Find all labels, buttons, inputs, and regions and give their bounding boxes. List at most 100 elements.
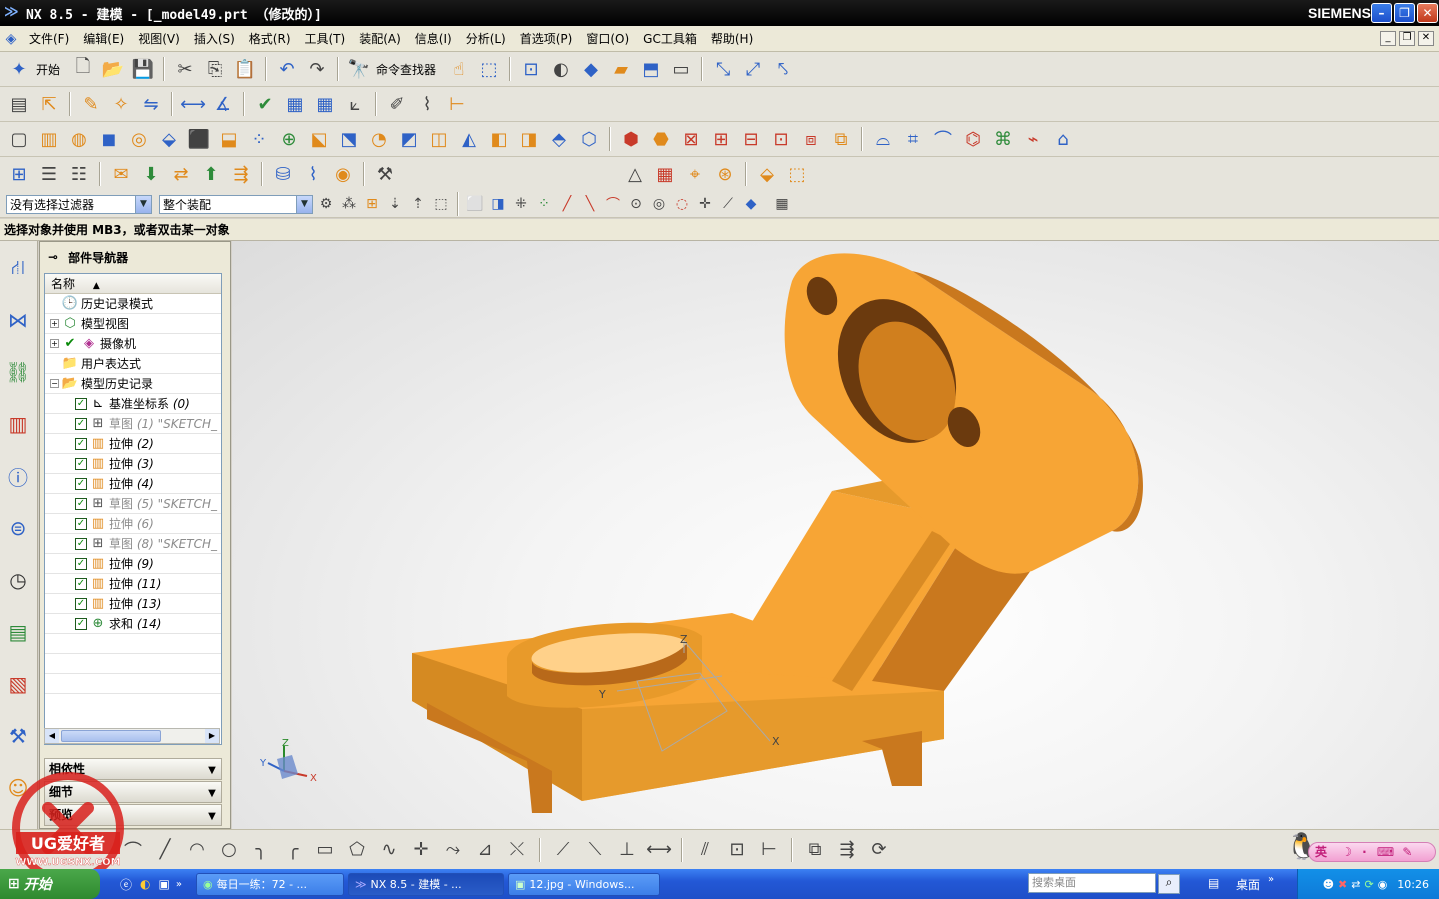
scroll-left-icon[interactable]: ◀: [45, 729, 59, 743]
command-finder-icon[interactable]: 🔭: [346, 56, 372, 82]
surface-sweep-icon[interactable]: ⌒: [930, 126, 956, 152]
menu-help[interactable]: 帮助(H): [704, 30, 760, 47]
expand-icon[interactable]: +: [50, 339, 59, 348]
project-curve-icon[interactable]: ⊿: [472, 837, 498, 863]
layer-stack-icon[interactable]: ☰: [36, 161, 62, 187]
fastener-icon[interactable]: ⬚: [784, 161, 810, 187]
system-materials-tab-icon[interactable]: ▤: [3, 615, 33, 649]
open-folder-icon[interactable]: 📂: [100, 56, 126, 82]
reuse-library-tab-icon[interactable]: ▥: [3, 407, 33, 441]
wcs-orient-icon[interactable]: ⤢: [740, 56, 766, 82]
start-button[interactable]: 开始: [36, 61, 60, 78]
desktop-toolbar-label[interactable]: 桌面: [1236, 876, 1260, 893]
menu-window[interactable]: 窗口(O): [579, 30, 636, 47]
sync-offset-icon[interactable]: ⬣: [648, 126, 674, 152]
point-on-face-icon[interactable]: ◆: [741, 194, 761, 214]
part-navigator-tab-icon[interactable]: ⛓: [3, 355, 33, 389]
bearing-icon[interactable]: ◉: [330, 161, 356, 187]
intersection-icon[interactable]: ⌒: [603, 194, 623, 214]
feature-row[interactable]: ✓ ▥ 拉伸 (13): [45, 594, 221, 614]
menu-tools[interactable]: 工具(T): [298, 30, 353, 47]
checkbox[interactable]: ✓: [75, 457, 87, 470]
chevron-down-icon[interactable]: ▼: [296, 195, 312, 213]
graphics-window[interactable]: Z Y X Z X Y: [232, 241, 1439, 829]
background-icon[interactable]: ▭: [668, 56, 694, 82]
assembly-navigator-tab-icon[interactable]: ⛙: [3, 251, 33, 285]
pocket-icon[interactable]: ⬓: [216, 126, 242, 152]
chevron-down-icon[interactable]: ▼: [205, 761, 219, 777]
measure-angle-icon[interactable]: ∡: [210, 91, 236, 117]
checkbox[interactable]: ✓: [75, 537, 87, 550]
collapse-icon[interactable]: −: [50, 379, 59, 388]
feature-row[interactable]: ✓ ⊕ 求和 (14): [45, 614, 221, 634]
show-snap-icon[interactable]: ▦: [772, 194, 792, 214]
split-body-icon[interactable]: ⬔: [336, 126, 362, 152]
clock[interactable]: 10:26: [1397, 878, 1429, 891]
menu-info[interactable]: 信息(I): [408, 30, 459, 47]
pin-icon[interactable]: ⊸: [48, 250, 58, 264]
command-finder-button[interactable]: 命令查找器: [376, 61, 436, 78]
hole-icon[interactable]: ◎: [126, 126, 152, 152]
type-filter-combo[interactable]: 没有选择过滤器 ▼: [6, 194, 152, 214]
checkbox[interactable]: ✓: [75, 517, 87, 530]
reference-set-icon[interactable]: ☷: [66, 161, 92, 187]
add-component-icon[interactable]: ⬇: [138, 161, 164, 187]
feature-row[interactable]: ✓ ▥ 拉伸 (2): [45, 434, 221, 454]
tree-node-history-mode[interactable]: 🕒 历史记录模式: [45, 294, 221, 314]
feature-row[interactable]: ✓ ▥ 拉伸 (11): [45, 574, 221, 594]
menu-gc-toolbox[interactable]: GC工具箱: [636, 30, 704, 47]
volume-tray-icon[interactable]: ◉: [1378, 878, 1388, 891]
control-point-icon[interactable]: ╲: [580, 194, 600, 214]
scroll-thumb[interactable]: [61, 730, 161, 742]
table-icon[interactable]: ▦: [652, 161, 678, 187]
dimension-icon[interactable]: ⊡: [724, 837, 750, 863]
tree-node-model-views[interactable]: + ⬡ 模型视图: [45, 314, 221, 334]
unite-icon[interactable]: ⊕: [276, 126, 302, 152]
quadrant-icon[interactable]: ◌: [672, 194, 692, 214]
search-icon[interactable]: ⌕: [1158, 874, 1180, 894]
drafting-icon[interactable]: ✉: [108, 161, 134, 187]
feature-row[interactable]: ✓ ▥ 拉伸 (4): [45, 474, 221, 494]
ime-keyboard-icon[interactable]: ⌨: [1377, 845, 1394, 859]
menu-view[interactable]: 视图(V): [131, 30, 187, 47]
task-image-viewer[interactable]: ▣ 12.jpg - Windows...: [507, 872, 660, 896]
doc-close-button[interactable]: ✕: [1418, 31, 1434, 46]
move-object-icon[interactable]: ⇱: [36, 91, 62, 117]
surface-through-curves-icon[interactable]: ⌓: [870, 126, 896, 152]
fit-view-icon[interactable]: ⊡: [518, 56, 544, 82]
curve-length-icon[interactable]: ⟷: [646, 837, 672, 863]
history-tab-icon[interactable]: ◷: [3, 563, 33, 597]
mid-point-icon[interactable]: ╱: [557, 194, 577, 214]
rectangle-icon[interactable]: ▭: [312, 837, 338, 863]
expression-icon[interactable]: ▦: [282, 91, 308, 117]
checkbox[interactable]: ✓: [75, 577, 87, 590]
checkbox[interactable]: ✓: [75, 557, 87, 570]
symbol-icon[interactable]: ⊛: [712, 161, 738, 187]
edge-blend-icon[interactable]: ◔: [366, 126, 392, 152]
arc-3pt-icon[interactable]: ◠: [184, 837, 210, 863]
sketch-curve-icon[interactable]: ⌇: [414, 91, 440, 117]
shaded-icon[interactable]: ◐: [548, 56, 574, 82]
menu-analysis[interactable]: 分析(L): [459, 30, 513, 47]
feature-row[interactable]: ✓ ▥ 拉伸 (6): [45, 514, 221, 534]
revolve-icon[interactable]: ◍: [66, 126, 92, 152]
ime-moon-icon[interactable]: ☽: [1341, 845, 1352, 859]
scale-body-icon[interactable]: ◨: [516, 126, 542, 152]
circle-icon[interactable]: ○: [216, 837, 242, 863]
doc-minimize-button[interactable]: _: [1380, 31, 1396, 46]
close-button[interactable]: ✕: [1417, 3, 1438, 23]
line-icon[interactable]: ╱: [152, 837, 178, 863]
trim-curve-icon[interactable]: ⟋: [550, 837, 576, 863]
render-style-icon[interactable]: ◆: [578, 56, 604, 82]
draft-icon[interactable]: ◭: [456, 126, 482, 152]
surface-bridge-icon[interactable]: ⌬: [960, 126, 986, 152]
checkbox[interactable]: ✓: [75, 417, 87, 430]
spreadsheet-icon[interactable]: ▦: [312, 91, 338, 117]
move-curve-icon[interactable]: ⇶: [834, 837, 860, 863]
thicken-icon[interactable]: ⬘: [546, 126, 572, 152]
redo-icon[interactable]: ↷: [304, 56, 330, 82]
measure-distance-icon[interactable]: ⟷: [180, 91, 206, 117]
wcs-dynamic-icon[interactable]: ⤣: [770, 56, 796, 82]
face-select-icon[interactable]: ◨: [488, 194, 508, 214]
ime-tools-icon[interactable]: ✎: [1402, 845, 1412, 859]
